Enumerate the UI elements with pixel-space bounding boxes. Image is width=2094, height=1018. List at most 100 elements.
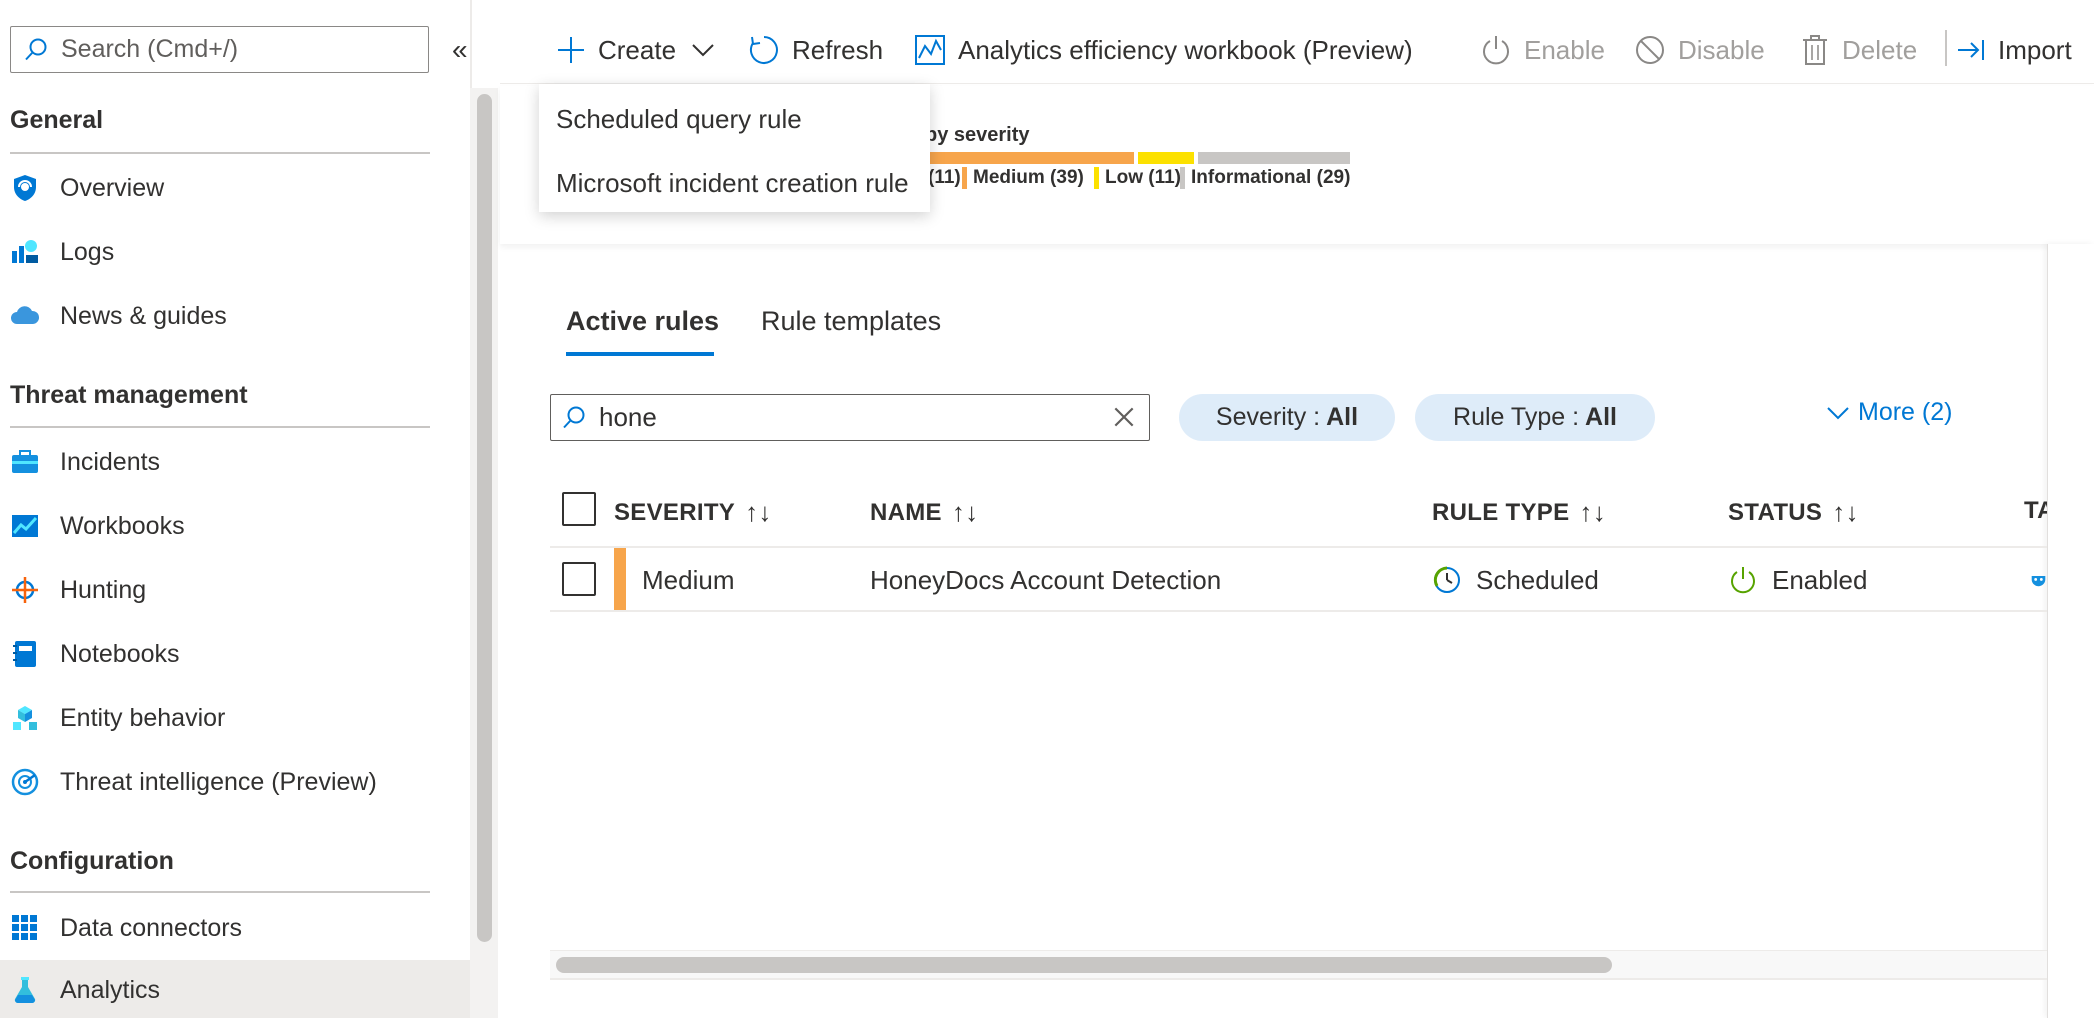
legend-swatch (1094, 167, 1099, 189)
row-divider (550, 610, 2047, 612)
analytics-workbook-button[interactable]: Analytics efficiency workbook (Preview) (914, 28, 1413, 72)
sidebar-item-analytics[interactable]: Analytics (0, 960, 470, 1018)
search-icon (563, 406, 585, 428)
import-label: Import (1998, 34, 2072, 65)
section-divider (10, 891, 430, 893)
trash-icon (1803, 35, 1827, 65)
column-header-status[interactable]: STATUS ↑↓ (1728, 497, 1859, 528)
enable-button[interactable]: Enable (1480, 28, 1605, 72)
rules-search-input[interactable]: hone (550, 394, 1150, 441)
refresh-icon (750, 36, 778, 64)
workbook-label: Analytics efficiency workbook (Preview) (958, 34, 1413, 65)
crosshair-icon (10, 575, 40, 605)
sidebar-search-input[interactable]: Search (Cmd+/) (10, 26, 429, 73)
sidebar-item-hunting[interactable]: Hunting (0, 560, 470, 620)
chart-icon (10, 511, 40, 541)
sidebar-item-label: Notebooks (60, 639, 180, 668)
search-icon (25, 38, 47, 60)
sidebar-item-label: News & guides (60, 301, 227, 330)
column-header-label: RULE TYPE (1432, 498, 1570, 526)
column-header-tactics[interactable]: TA (2024, 497, 2047, 525)
cell-severity: Medium (642, 564, 735, 595)
sidebar-item-threat-intelligence[interactable]: Threat intelligence (Preview) (0, 752, 470, 812)
legend-informational-label: Informational (29) (1191, 167, 1351, 188)
sidebar-scrollbar-thumb[interactable] (477, 94, 492, 942)
sidebar-item-incidents[interactable]: Incidents (0, 432, 470, 492)
delete-button[interactable]: Delete (1800, 28, 1917, 72)
chevron-down-icon (692, 44, 714, 57)
severity-legend-informational: Informational (29) (1180, 166, 1350, 190)
cell-tactics (2030, 564, 2047, 596)
column-header-name[interactable]: NAME ↑↓ (870, 497, 978, 528)
severity-color-indicator (614, 548, 626, 610)
enable-label: Enable (1524, 34, 1605, 65)
sidebar-item-label: Incidents (60, 447, 161, 476)
mask-icon (2031, 576, 2046, 587)
severity-filter-pill[interactable]: Severity : All (1179, 394, 1395, 441)
column-header-label: STATUS (1728, 498, 1823, 526)
menu-item-microsoft-incident-creation-rule[interactable]: Microsoft incident creation rule (556, 168, 909, 199)
search-value: hone (599, 402, 657, 432)
create-button[interactable]: Create (556, 28, 716, 72)
legend-swatch (962, 167, 967, 189)
tab-rule-templates[interactable]: Rule templates (761, 306, 941, 337)
close-icon[interactable] (1111, 404, 1137, 430)
import-button[interactable]: Import (1956, 28, 2072, 72)
sidebar-item-label: Hunting (60, 575, 147, 604)
block-icon (1636, 36, 1664, 64)
column-header-rule-type[interactable]: RULE TYPE ↑↓ (1432, 497, 1606, 528)
sidebar-item-workbooks[interactable]: Workbooks (0, 496, 470, 556)
section-title-configuration: Configuration (10, 847, 174, 875)
rule-type-filter-pill[interactable]: Rule Type : All (1415, 394, 1655, 441)
status-label: Enabled (1772, 564, 1868, 595)
sort-icon: ↑↓ (745, 497, 772, 527)
table-bottom-divider (550, 978, 2047, 980)
sidebar-item-entity-behavior[interactable]: Entity behavior (0, 688, 470, 748)
create-dropdown-menu: Scheduled query rule Microsoft incident … (539, 84, 930, 212)
power-icon (1483, 36, 1509, 65)
notebook-icon (10, 639, 40, 669)
column-header-severity[interactable]: SEVERITY ↑↓ (614, 497, 772, 528)
collapse-sidebar-button[interactable]: « (452, 34, 468, 66)
severity-filter-label: Severity : (1215, 403, 1321, 431)
refresh-button[interactable]: Refresh (748, 28, 883, 72)
refresh-label: Refresh (792, 34, 884, 65)
chevron-down-icon (1827, 406, 1849, 419)
legend-swatch (1180, 167, 1185, 189)
legend-medium-label: Medium (39) (973, 167, 1084, 188)
sidebar-item-data-connectors[interactable]: Data connectors (0, 898, 470, 958)
row-checkbox[interactable] (562, 562, 596, 596)
flask-icon (10, 975, 40, 1005)
disable-button[interactable]: Disable (1634, 28, 1765, 72)
cell-name: HoneyDocs Account Detection (870, 564, 1222, 595)
sidebar-item-notebooks[interactable]: Notebooks (0, 624, 470, 684)
sidebar: Search (Cmd+/) « General Overview Logs N… (0, 0, 472, 1018)
sidebar-item-overview[interactable]: Overview (0, 158, 470, 218)
sidebar-item-label: Data connectors (60, 913, 243, 942)
more-filters-label: More (2) (1858, 398, 1953, 426)
cubes-icon (10, 703, 40, 733)
severity-bar-informational (1198, 152, 1350, 164)
sidebar-item-news[interactable]: News & guides (0, 286, 470, 346)
plus-icon (558, 37, 584, 63)
table-scrollbar-thumb[interactable] (556, 957, 1612, 973)
sidebar-item-label: Logs (60, 237, 115, 266)
severity-legend-high: (11) (928, 166, 961, 190)
select-all-checkbox[interactable] (562, 492, 596, 526)
sidebar-item-label: Entity behavior (60, 703, 226, 732)
disable-label: Disable (1678, 34, 1765, 65)
column-header-label: NAME (870, 498, 942, 526)
column-header-label: SEVERITY (614, 498, 736, 526)
radar-icon (10, 767, 40, 797)
tab-active-rules[interactable]: Active rules (566, 306, 719, 337)
import-icon (1958, 40, 1984, 60)
column-header-label: TA (2024, 497, 2047, 524)
more-filters-button[interactable]: More (2) (1826, 398, 1952, 427)
sidebar-item-label: Threat intelligence (Preview) (60, 767, 377, 796)
details-panel-edge (2047, 244, 2094, 1018)
sort-icon: ↑↓ (1832, 497, 1859, 527)
sidebar-item-logs[interactable]: Logs (0, 222, 470, 282)
severity-filter-value: All (1326, 403, 1359, 431)
severity-summary-title: by severity (925, 124, 1030, 146)
menu-item-scheduled-query-rule[interactable]: Scheduled query rule (556, 104, 802, 135)
